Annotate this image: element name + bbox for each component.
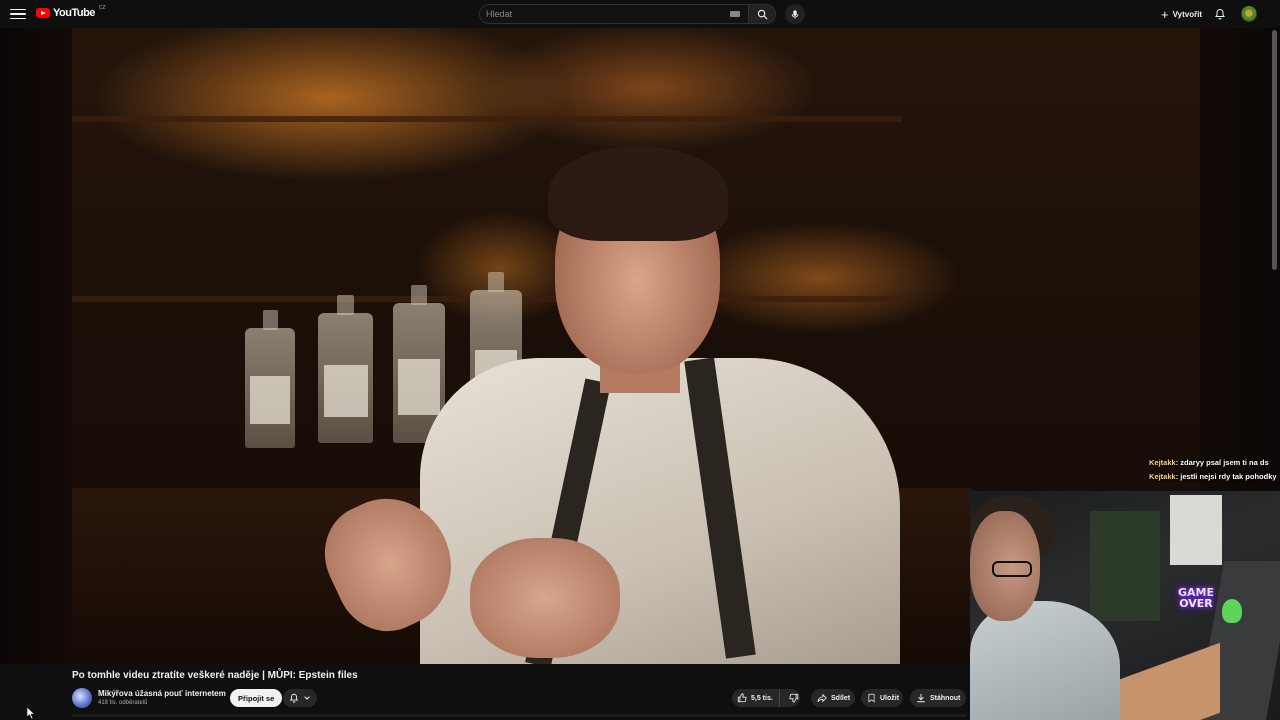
bottle: [318, 295, 373, 443]
thumbs-up-icon: [737, 693, 747, 703]
search-icon: [757, 9, 767, 19]
menu-icon[interactable]: [10, 6, 26, 22]
subscription-notifications-button[interactable]: [283, 689, 317, 707]
description-box-edge: [72, 714, 967, 717]
dislike-button[interactable]: [784, 693, 799, 703]
thumbs-down-icon: [789, 693, 798, 703]
chat-message: Kejtakk: zdaryy psal jsem ti na ds: [1149, 456, 1277, 470]
share-button[interactable]: Sdílet: [811, 689, 855, 707]
youtube-logo[interactable]: YouTube CZ: [36, 5, 106, 19]
glasses: [992, 561, 1032, 577]
save-label: Uložit: [880, 694, 900, 702]
bottle: [245, 310, 295, 448]
create-button[interactable]: + Vytvořit: [1155, 5, 1208, 23]
chevron-down-icon: [304, 696, 310, 700]
chat-text: : jestli nejsi rdy tak pohodky: [1175, 472, 1277, 481]
download-icon: [917, 693, 925, 703]
account-avatar[interactable]: [1241, 6, 1257, 22]
channel-avatar[interactable]: [72, 688, 92, 708]
search-input[interactable]: [486, 9, 716, 19]
notifications-button[interactable]: [1212, 6, 1228, 22]
page-scrollbar[interactable]: [1272, 30, 1277, 270]
game-over-sign: GAME OVER: [1177, 586, 1214, 610]
chat-message: Kejtakk: jestli nejsi rdy tak pohodky: [1149, 470, 1277, 484]
join-button[interactable]: Připojit se: [230, 689, 283, 707]
streamer-webcam: GAME OVER: [970, 491, 1280, 720]
download-label: Stáhnout: [930, 694, 961, 702]
channel-name[interactable]: Mikýřova úžasná pouť internetem: [98, 689, 226, 698]
subscriber-count: 418 tis. odběratelů: [98, 700, 148, 706]
like-count: 5,5 tis.: [751, 694, 773, 702]
frog-figure: [1222, 599, 1242, 623]
bookmark-icon: [868, 693, 875, 703]
mouse-cursor-icon: [27, 707, 35, 719]
stream-chat-overlay: Kejtakk: zdaryy psal jsem ti na ds Kejta…: [1149, 456, 1277, 484]
search-box: [479, 4, 749, 24]
share-icon: [817, 693, 827, 703]
voice-search-button[interactable]: [785, 4, 805, 24]
top-bar: YouTube CZ + Vytvořit: [0, 0, 1280, 28]
play-logo-icon: [36, 8, 50, 18]
country-code: CZ: [98, 5, 106, 11]
chat-text: : zdaryy psal jsem ti na ds: [1175, 458, 1269, 467]
bell-icon: [1215, 8, 1225, 20]
like-button[interactable]: 5,5 tis.: [732, 689, 780, 707]
chat-username: Kejtakk: [1149, 458, 1176, 467]
logo-wordmark: YouTube: [53, 7, 95, 19]
video-title: Po tomhle videu ztratíte veškeré naděje …: [72, 670, 358, 681]
plus-icon: +: [1161, 6, 1169, 22]
download-button[interactable]: Stáhnout: [910, 689, 966, 707]
chat-username: Kejtakk: [1149, 472, 1176, 481]
bell-icon: [289, 693, 299, 703]
create-label: Vytvořit: [1172, 9, 1203, 19]
share-label: Sdílet: [831, 694, 851, 702]
microphone-icon: [791, 9, 799, 19]
search-button[interactable]: [748, 4, 776, 24]
keyboard-icon[interactable]: [730, 11, 740, 17]
like-dislike-group: 5,5 tis.: [732, 689, 800, 707]
fridge: [1170, 495, 1222, 565]
save-button[interactable]: Uložit: [861, 689, 903, 707]
